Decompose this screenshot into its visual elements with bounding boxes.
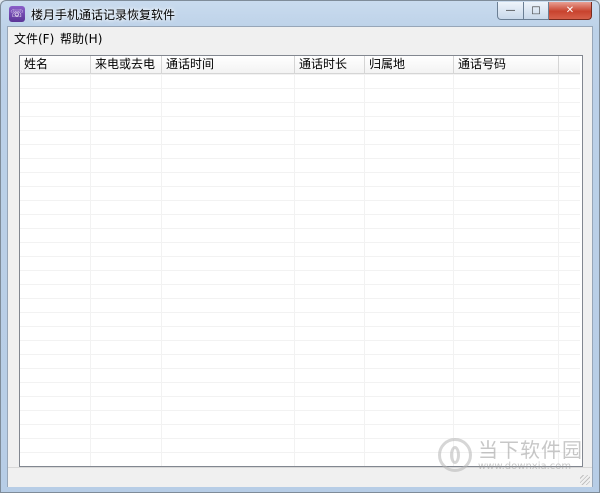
grid-line-horizontal [20, 144, 580, 145]
menu-file[interactable]: 文件(F) [14, 30, 54, 47]
main-window: ☏ 楼月手机通话记录恢复软件 — □ ✕ 文件(F) 帮助(H) 姓名 来电或去… [0, 0, 600, 493]
grid-line-vertical [161, 74, 162, 466]
grid-line-horizontal [20, 242, 580, 243]
maximize-button[interactable]: □ [524, 2, 549, 20]
caption-buttons: — □ ✕ [497, 2, 592, 20]
watermark-url: www.downxia.com [478, 460, 572, 472]
column-header-name[interactable]: 姓名 [20, 56, 91, 73]
grid-line-horizontal [20, 284, 580, 285]
grid-line-horizontal [20, 228, 580, 229]
grid-line-horizontal [20, 270, 580, 271]
grid-line-vertical [364, 74, 365, 466]
grid-line-horizontal [20, 368, 580, 369]
grid-line-vertical [453, 74, 454, 466]
grid-line-horizontal [20, 256, 580, 257]
watermark: 当下软件园 www.downxia.com [438, 431, 588, 479]
watermark-logo-icon [438, 438, 472, 472]
close-button[interactable]: ✕ [549, 2, 592, 20]
grid-line-horizontal [20, 200, 580, 201]
column-header-direction[interactable]: 来电或去电 [91, 56, 162, 73]
grid-line-horizontal [20, 340, 580, 341]
grid-line-horizontal [20, 382, 580, 383]
watermark-name: 当下软件园 [478, 437, 583, 462]
column-header-filler [559, 56, 580, 73]
menu-bar: 文件(F) 帮助(H) [8, 27, 592, 47]
grid-line-horizontal [20, 354, 580, 355]
grid-line-horizontal [20, 130, 580, 131]
grid-line-vertical [90, 74, 91, 466]
title-bar[interactable]: ☏ 楼月手机通话记录恢复软件 — □ ✕ [1, 1, 599, 26]
grid-line-horizontal [20, 158, 580, 159]
column-header-location[interactable]: 归属地 [365, 56, 454, 73]
window-title: 楼月手机通话记录恢复软件 [31, 8, 176, 22]
grid-line-vertical [294, 74, 295, 466]
call-record-list[interactable]: 姓名 来电或去电 通话时间 通话时长 归属地 通话号码 [19, 55, 583, 467]
column-header-phone-number[interactable]: 通话号码 [454, 56, 559, 73]
grid-line-horizontal [20, 214, 580, 215]
grid-line-vertical [558, 74, 559, 466]
column-header-duration[interactable]: 通话时长 [295, 56, 365, 73]
grid-line-horizontal [20, 172, 580, 173]
menu-help[interactable]: 帮助(H) [60, 30, 102, 47]
grid-line-horizontal [20, 186, 580, 187]
grid-line-horizontal [20, 326, 580, 327]
phone-app-icon[interactable]: ☏ [9, 6, 25, 22]
grid-line-horizontal [20, 74, 580, 75]
client-area: 文件(F) 帮助(H) 姓名 来电或去电 通话时间 通话时长 归属地 通话号码 [7, 26, 593, 487]
grid-line-horizontal [20, 102, 580, 103]
grid-line-horizontal [20, 88, 580, 89]
grid-line-horizontal [20, 116, 580, 117]
list-header: 姓名 来电或去电 通话时间 通话时长 归属地 通话号码 [20, 56, 580, 74]
grid-line-horizontal [20, 410, 580, 411]
grid-line-horizontal [20, 312, 580, 313]
grid-line-horizontal [20, 396, 580, 397]
minimize-button[interactable]: — [497, 2, 524, 20]
watermark-text: 当下软件园 www.downxia.com [478, 439, 583, 472]
grid-line-horizontal [20, 424, 580, 425]
grid-line-horizontal [20, 298, 580, 299]
column-header-call-time[interactable]: 通话时间 [162, 56, 295, 73]
